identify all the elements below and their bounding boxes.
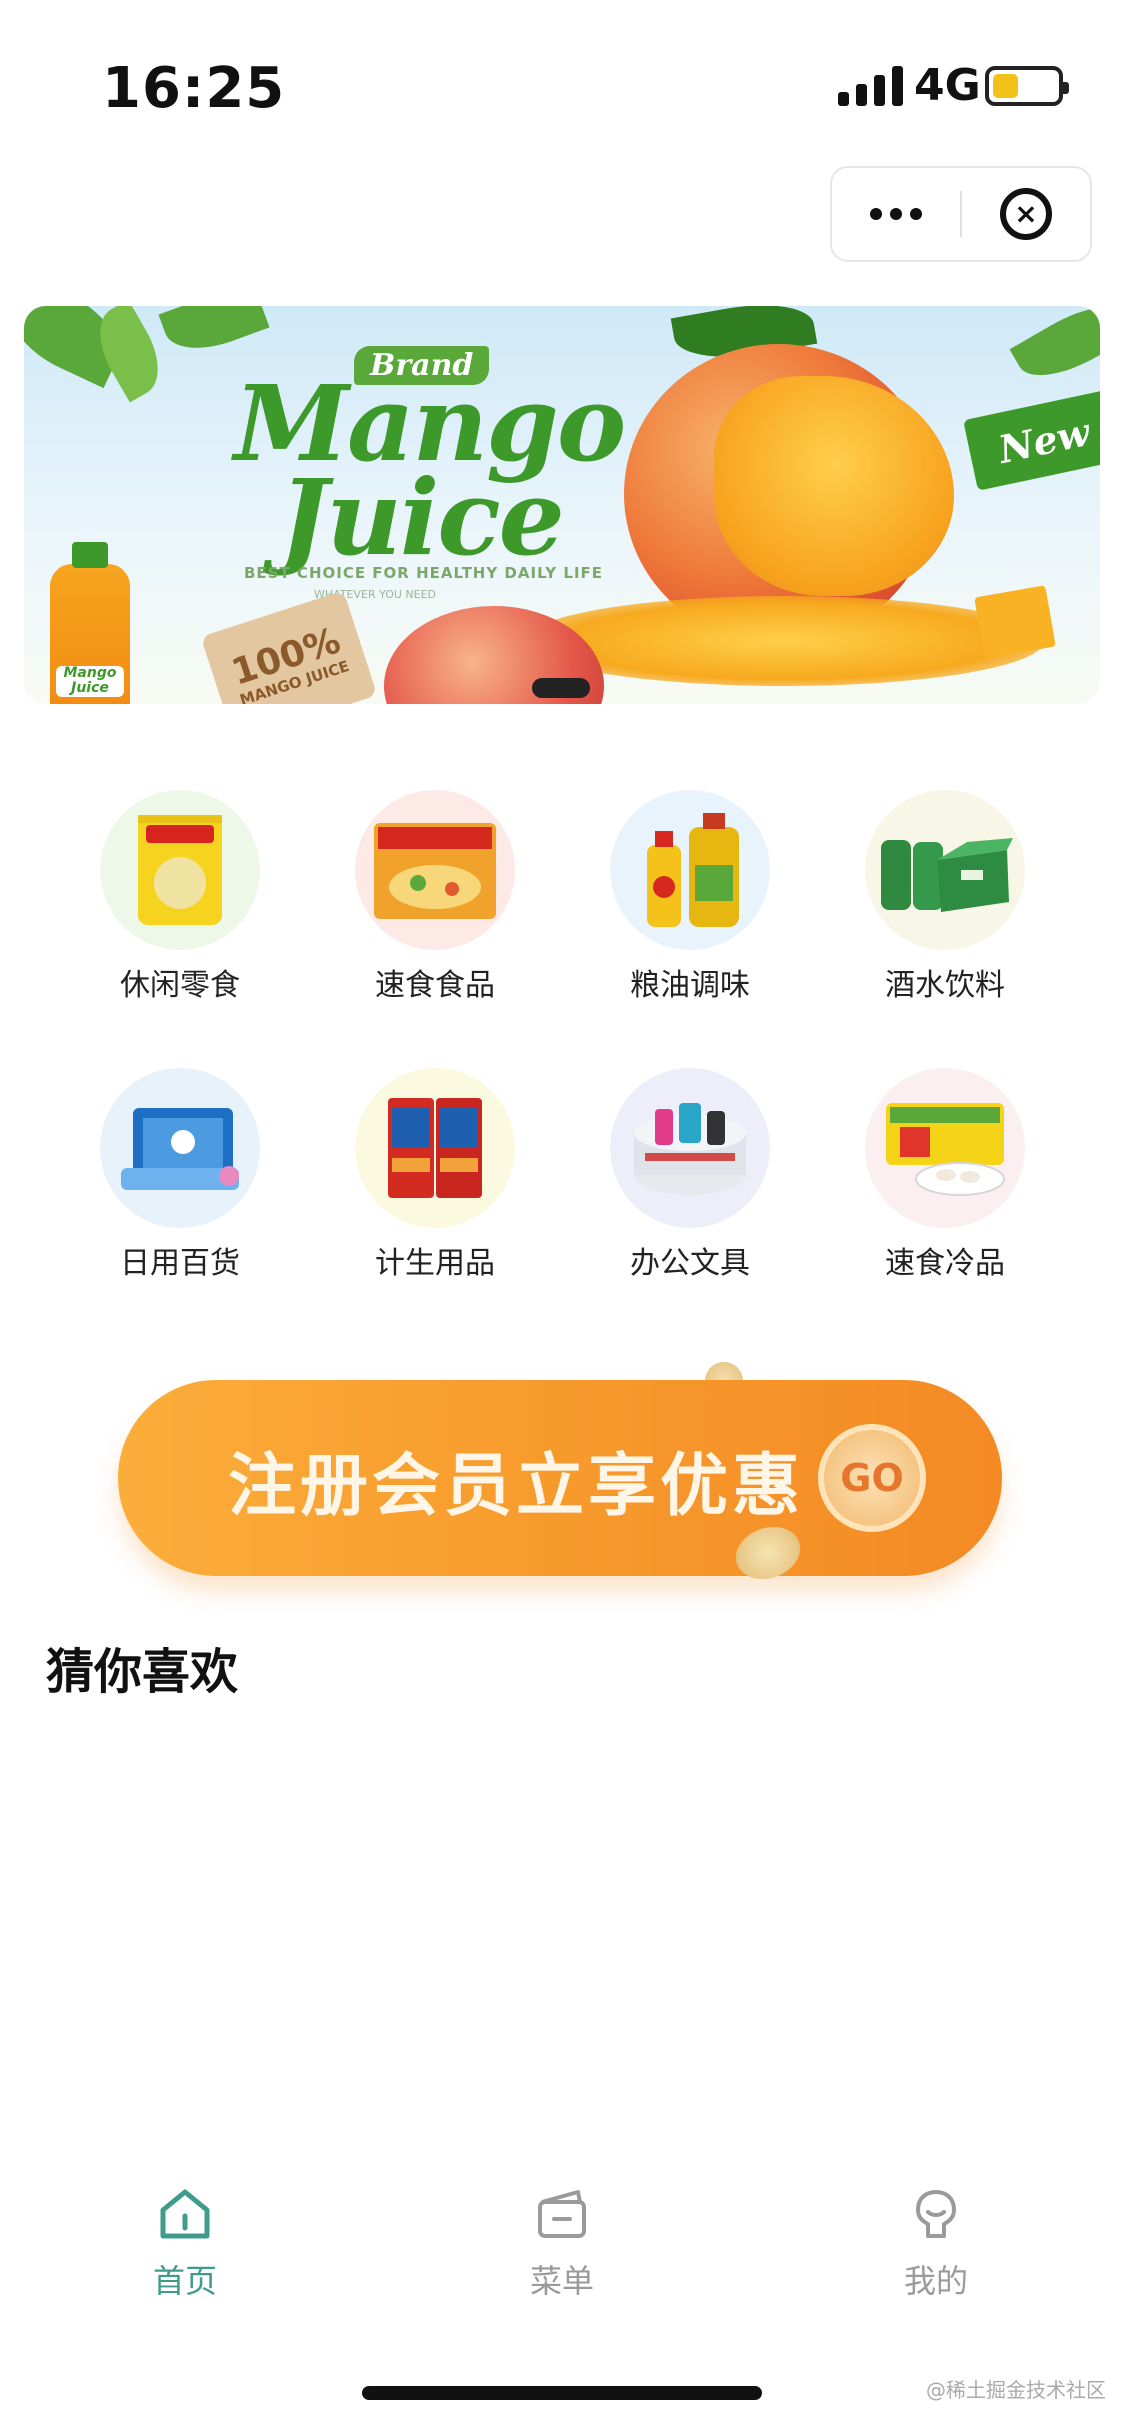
- leaf-decoration: [1009, 306, 1100, 393]
- go-button[interactable]: GO: [818, 1424, 926, 1532]
- network-type: 4G: [914, 60, 981, 111]
- tab-menu[interactable]: 菜单: [452, 2186, 672, 2302]
- signup-promo-text: 注册会员立享优惠: [228, 1447, 805, 1526]
- category-item[interactable]: 粮油调味: [585, 790, 795, 1010]
- member-signup-banner[interactable]: 注册会员立享优惠 GO: [118, 1380, 1002, 1576]
- home-indicator[interactable]: [362, 2386, 762, 2400]
- recommend-section-title: 猜你喜欢: [46, 1644, 239, 1700]
- promo-carousel-banner[interactable]: Brand Mango Juice BEST CHOICE FOR HEALTH…: [24, 306, 1100, 704]
- category-label: 粮油调味: [630, 968, 750, 1003]
- tab-label: 我的: [903, 2262, 968, 2300]
- frozen-dumpling-icon: [865, 1068, 1025, 1228]
- cooking-oil-icon: [610, 790, 770, 950]
- tab-label: 菜单: [529, 2262, 594, 2300]
- signal-icon: [838, 66, 903, 106]
- category-item[interactable]: 计生用品: [330, 1068, 540, 1288]
- category-label: 速食冷品: [885, 1246, 1005, 1281]
- beverage-icon: [865, 790, 1025, 950]
- category-item[interactable]: 休闲零食: [75, 790, 285, 1010]
- instant-noodle-icon: [355, 790, 515, 950]
- category-item[interactable]: 日用百货: [75, 1068, 285, 1288]
- stationery-icon: [610, 1068, 770, 1228]
- banner-title-line2: Juice: [279, 456, 565, 579]
- snack-bag-icon: [100, 790, 260, 950]
- watermark-text: @稀土掘金技术社区: [926, 2378, 1106, 2402]
- category-label: 办公文具: [630, 1246, 750, 1281]
- category-item[interactable]: 速食食品: [330, 790, 540, 1010]
- tissue-box-icon: [100, 1068, 260, 1228]
- mango-flesh-image: [714, 376, 954, 596]
- bottom-tab-bar: 首页 菜单 我的: [0, 2186, 1125, 2336]
- category-label: 速食食品: [375, 968, 495, 1003]
- status-bar: 16:25 4G: [0, 0, 1125, 170]
- home-icon: [160, 2189, 210, 2239]
- more-dots-icon[interactable]: [832, 208, 960, 220]
- menu-bag-icon: [538, 2190, 586, 2238]
- category-label: 日用百货: [120, 1246, 240, 1281]
- family-care-icon: [355, 1068, 515, 1228]
- tab-profile[interactable]: 我的: [826, 2186, 1046, 2302]
- status-time: 16:25: [102, 56, 286, 121]
- leaf-decoration: [158, 306, 270, 362]
- juice-bottle-image: Mango Juice: [50, 542, 130, 704]
- close-circle-icon[interactable]: ×: [962, 188, 1090, 240]
- category-item[interactable]: 酒水饮料: [840, 790, 1050, 1010]
- miniprogram-capsule: ×: [830, 166, 1092, 262]
- quality-stamp: 100% MANGO JUICE: [200, 590, 378, 704]
- category-label: 休闲零食: [120, 968, 240, 1003]
- mango-cube-image: [974, 585, 1056, 659]
- banner-tagline: BEST CHOICE FOR HEALTHY DAILY LIFE: [244, 564, 604, 582]
- battery-icon: [985, 66, 1069, 106]
- carousel-indicator[interactable]: [532, 678, 590, 698]
- bottle-label: Mango Juice: [56, 665, 124, 697]
- tab-label: 首页: [152, 2262, 217, 2300]
- tab-home[interactable]: 首页: [75, 2186, 295, 2302]
- category-label: 计生用品: [375, 1246, 495, 1281]
- category-item[interactable]: 办公文具: [585, 1068, 795, 1288]
- profile-icon: [916, 2190, 956, 2238]
- new-badge: New: [963, 389, 1100, 491]
- category-label: 酒水饮料: [885, 968, 1005, 1003]
- category-item[interactable]: 速食冷品: [840, 1068, 1050, 1288]
